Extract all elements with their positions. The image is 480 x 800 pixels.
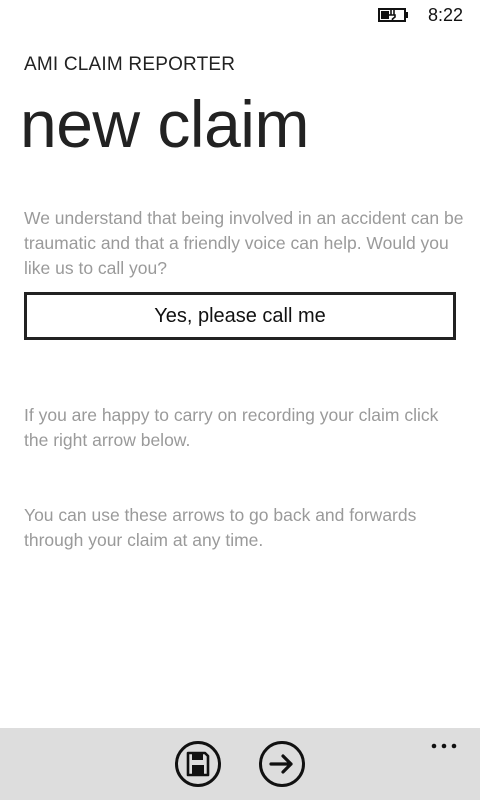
more-options-button[interactable] — [424, 732, 464, 756]
next-button[interactable] — [258, 740, 306, 788]
arrow-right-icon — [259, 741, 305, 787]
page-title: new claim — [20, 87, 309, 161]
app-bar — [0, 728, 480, 800]
battery-charging-icon — [378, 8, 408, 22]
status-bar: 8:22 — [0, 0, 480, 32]
carry-on-text: If you are happy to carry on recording y… — [24, 405, 439, 450]
ellipsis-icon — [431, 743, 457, 749]
app-title: AMI CLAIM REPORTER — [24, 54, 236, 75]
save-button[interactable] — [174, 740, 222, 788]
arrows-info-text: You can use these arrows to go back and … — [24, 505, 417, 550]
intro-text: We understand that being involved in an … — [24, 208, 464, 278]
clock: 8:22 — [428, 5, 464, 25]
save-icon — [175, 741, 221, 787]
call-me-button[interactable]: Yes, please call me — [24, 292, 456, 340]
